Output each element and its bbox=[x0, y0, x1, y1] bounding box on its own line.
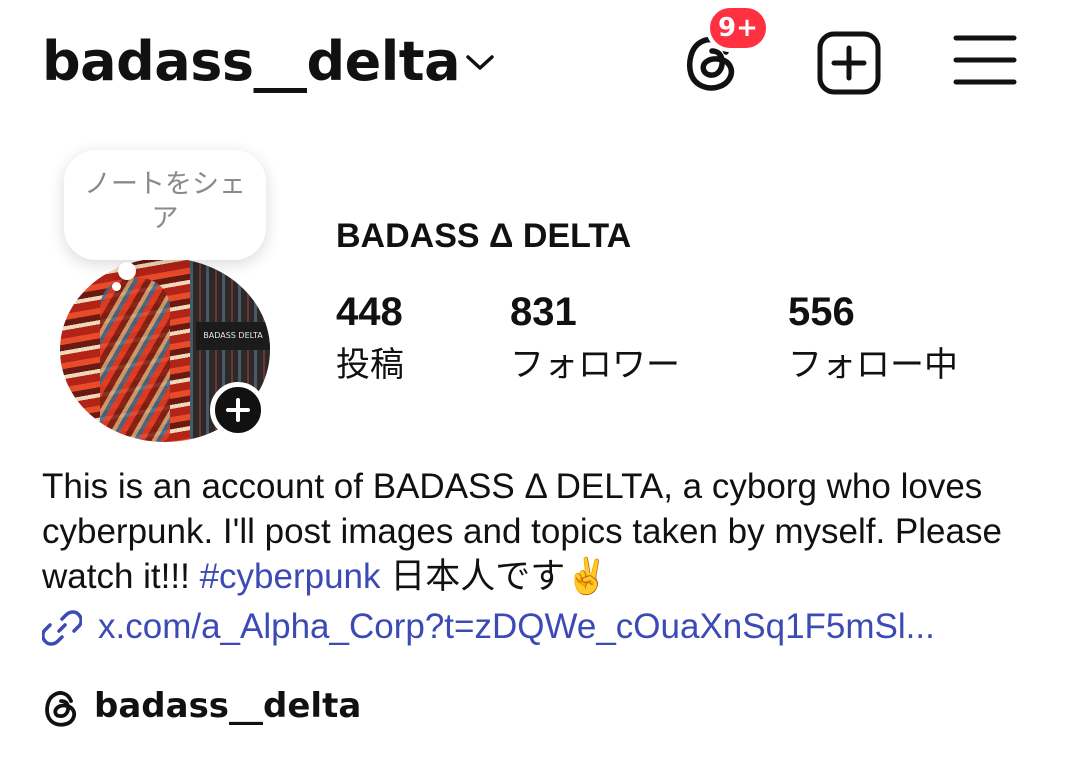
stat-following[interactable]: 556 フォロー中 bbox=[788, 290, 958, 388]
stat-posts-count: 448 bbox=[336, 290, 403, 334]
avatar-figure bbox=[100, 278, 170, 442]
add-story-plus-icon[interactable] bbox=[210, 382, 266, 438]
stat-posts-label: 投稿 bbox=[336, 345, 404, 385]
display-name: BADASS Δ DELTA bbox=[336, 217, 632, 255]
bio-external-link[interactable]: x.com/a_Alpha_Corp?t=zDQWe_cOuaXnSq1F5mS… bbox=[98, 604, 935, 650]
profile-header: badass__delta 9+ bbox=[0, 0, 1076, 125]
bio-text-end: 日本人です✌️ bbox=[380, 557, 609, 596]
note-bubble-tail-small bbox=[112, 282, 121, 291]
notification-badge[interactable]: 9+ bbox=[706, 4, 770, 52]
threads-handle: badass__delta bbox=[94, 686, 362, 726]
new-post-icon[interactable] bbox=[816, 30, 882, 96]
bio-link-row[interactable]: x.com/a_Alpha_Corp?t=zDQWe_cOuaXnSq1F5mS… bbox=[42, 604, 1042, 650]
note-bubble-tail bbox=[118, 262, 136, 280]
stat-following-label: フォロー中 bbox=[788, 345, 958, 385]
profile-bio: This is an account of BADASS Δ DELTA, a … bbox=[42, 464, 1042, 599]
stat-followers[interactable]: 831 フォロワー bbox=[510, 290, 680, 388]
bio-hashtag-link[interactable]: #cyberpunk bbox=[200, 557, 381, 596]
account-switcher-username[interactable]: badass__delta bbox=[42, 28, 461, 96]
threads-small-icon bbox=[45, 691, 77, 727]
stat-followers-count: 831 bbox=[510, 290, 577, 334]
link-icon bbox=[42, 610, 82, 646]
share-note-bubble[interactable]: ノートをシェア bbox=[64, 150, 266, 260]
stat-following-count: 556 bbox=[788, 290, 855, 334]
avatar-poster-label: BADASS DELTA bbox=[196, 322, 270, 350]
menu-icon[interactable] bbox=[952, 30, 1018, 90]
stat-posts[interactable]: 448 投稿 bbox=[336, 290, 404, 388]
stat-followers-label: フォロワー bbox=[510, 345, 680, 385]
chevron-down-icon[interactable] bbox=[462, 47, 498, 77]
